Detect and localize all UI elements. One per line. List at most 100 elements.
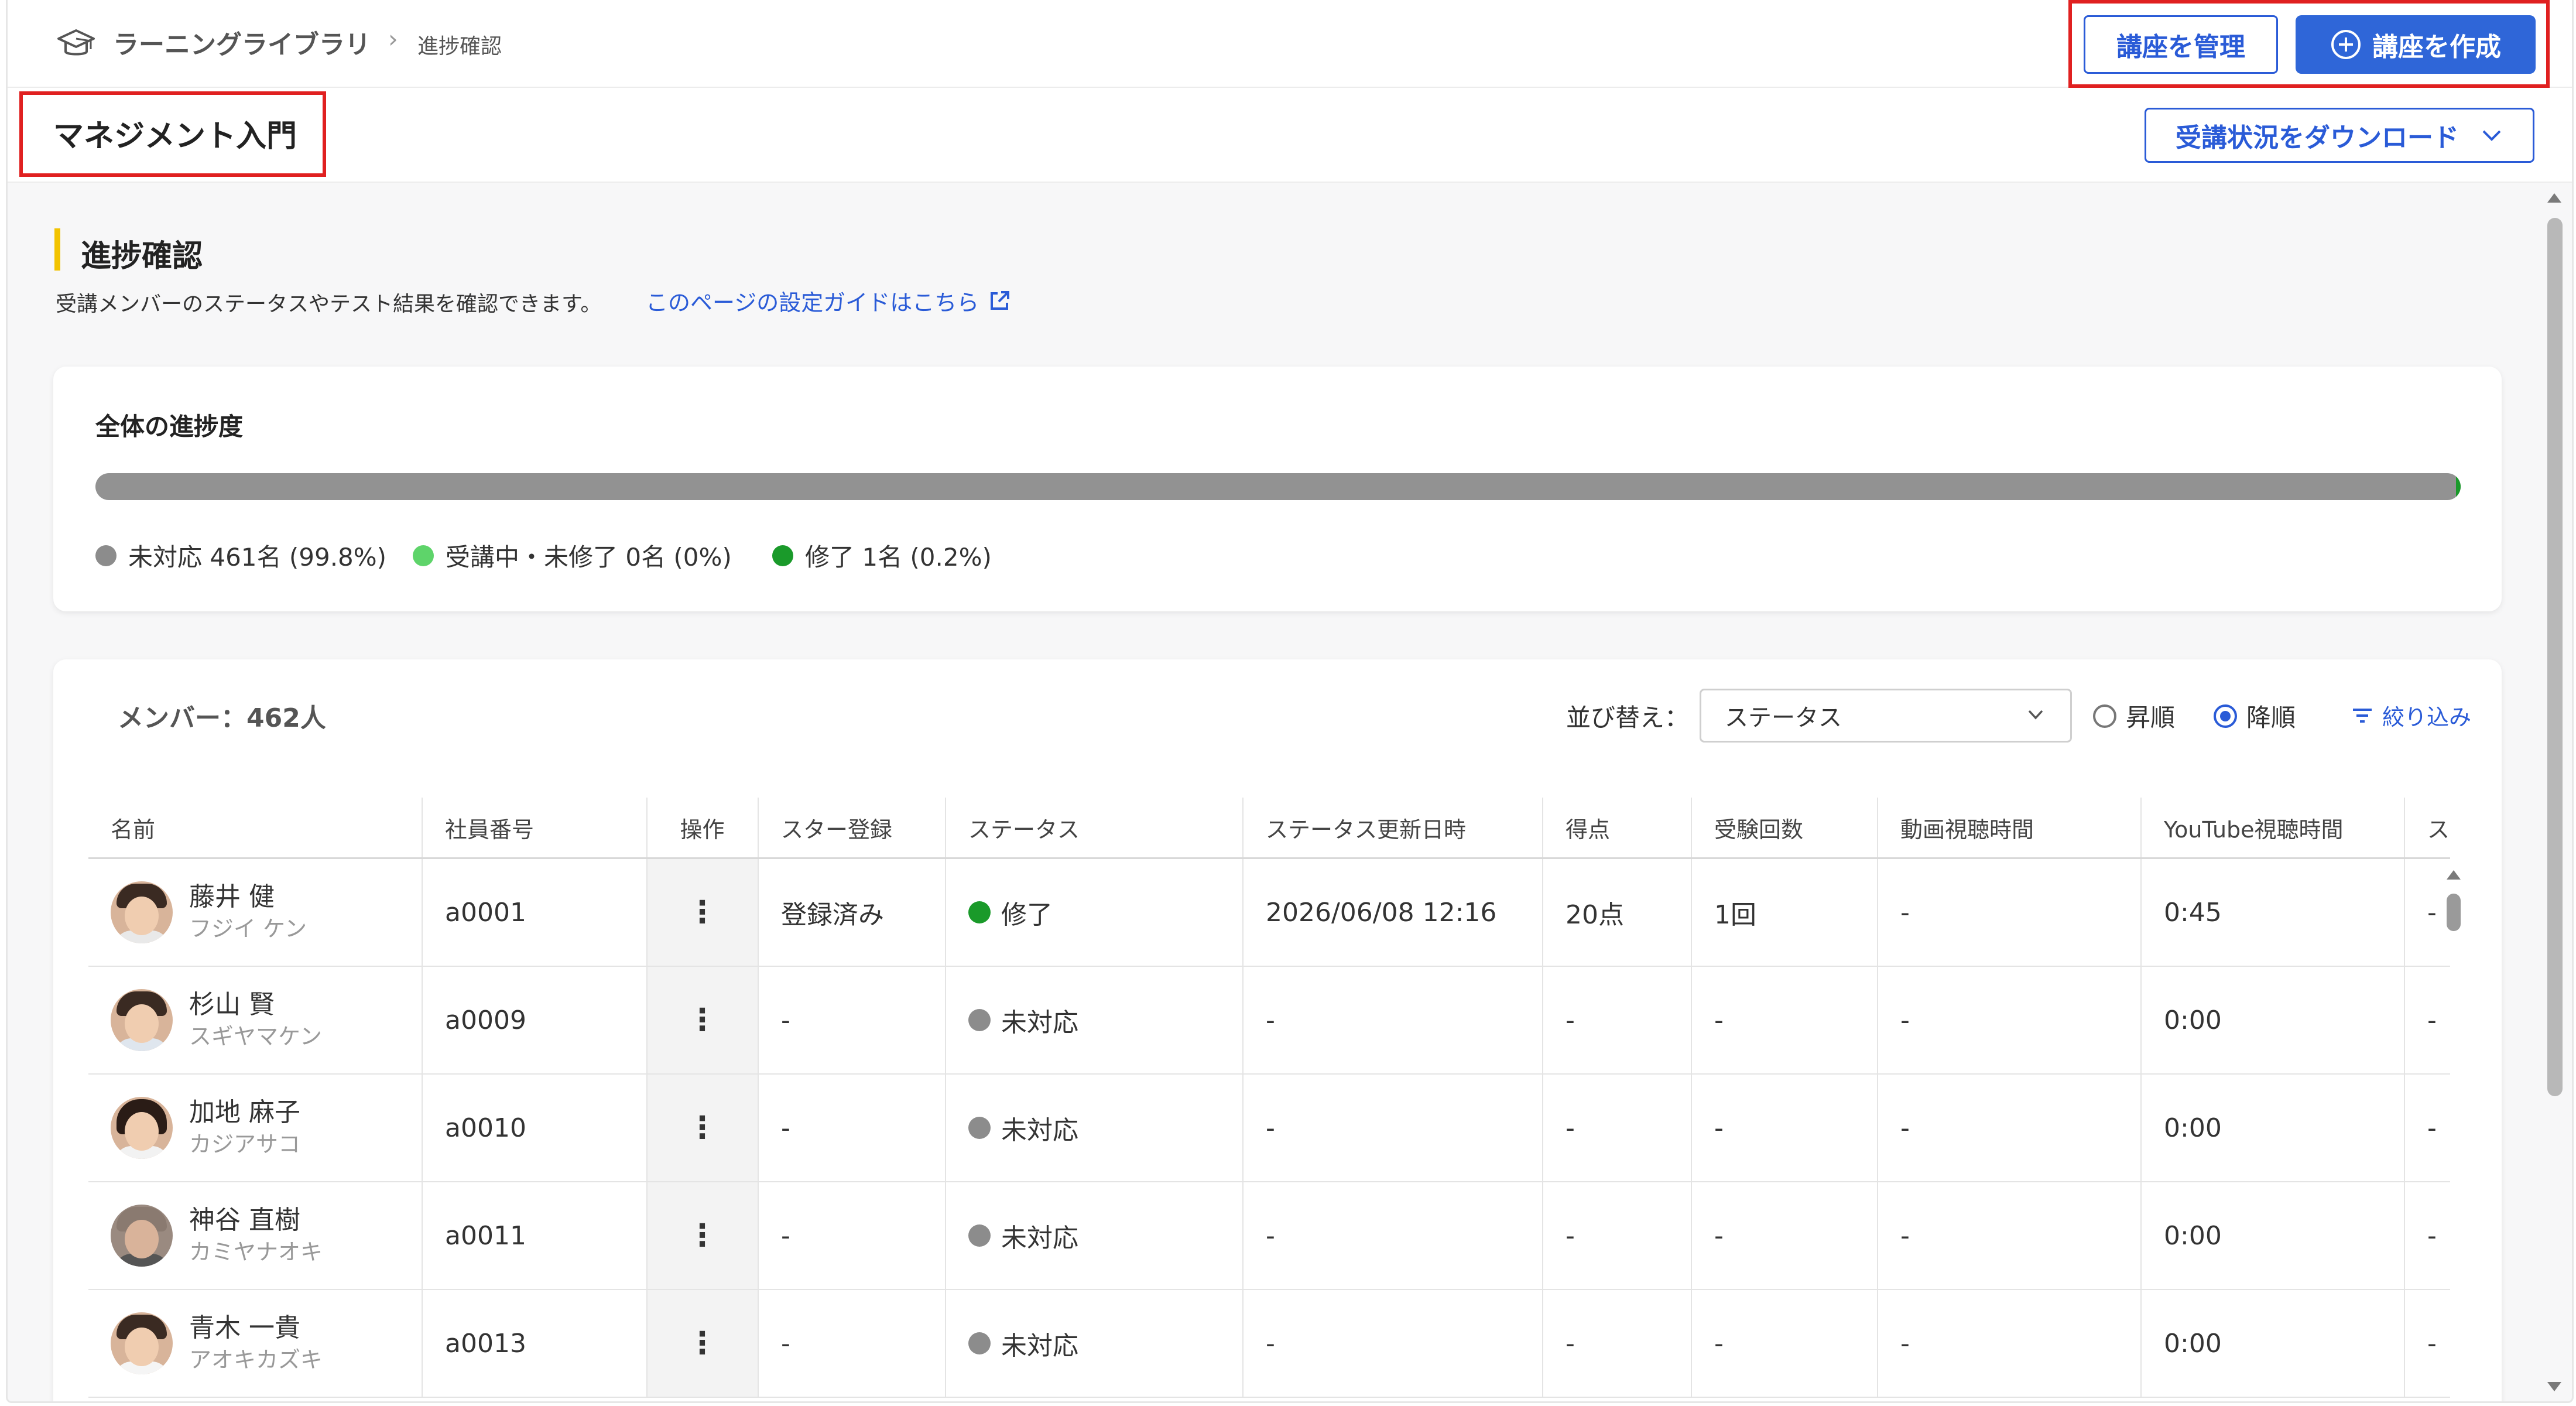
status-text: 未対応	[1001, 1331, 1078, 1361]
col-header-status[interactable]: ステータス	[946, 798, 1244, 859]
sort-select-value: ステータス	[1725, 704, 1842, 731]
legend-completed: 修了 1名 (0.2%)	[772, 538, 992, 573]
youtube-time: 0:00	[2141, 966, 2405, 1075]
status-dot	[968, 1117, 991, 1139]
row-menu-button[interactable]: ⋮	[647, 1182, 759, 1290]
table-row[interactable]: 杉山 賢スギヤマケン a0009 ⋮ - 未対応 - - - - 0:00 -	[88, 966, 2451, 1075]
table-scrollbar[interactable]	[2443, 864, 2464, 1401]
filter-icon	[2353, 708, 2372, 723]
status-text: 未対応	[1001, 1008, 1078, 1038]
attempts: 1回	[1691, 858, 1878, 967]
kebab-icon: ⋮	[687, 1110, 718, 1145]
plus-circle-icon	[2331, 30, 2361, 59]
create-course-label: 講座を作成	[2372, 32, 2501, 62]
col-header-employee-id[interactable]: 社員番号	[422, 798, 648, 859]
col-header-video-time[interactable]: 動画視聴時間	[1878, 798, 2142, 859]
member-name: 加地 麻子	[189, 1097, 300, 1127]
manage-course-button[interactable]: 講座を管理	[2084, 15, 2278, 74]
section-description: 受講メンバーのステータスやテスト結果を確認できます。	[56, 292, 602, 316]
score: -	[1543, 1289, 1692, 1398]
download-status-label: 受講状況をダウンロード	[2176, 123, 2459, 153]
avatar	[111, 1205, 173, 1267]
video-time: -	[1878, 966, 2142, 1075]
attempts: -	[1691, 966, 1878, 1075]
col-header-operation: 操作	[647, 798, 759, 859]
row-menu-button[interactable]: ⋮	[647, 1289, 759, 1398]
breadcrumb-current: 進捗確認	[417, 35, 502, 59]
settings-guide-label: このページの設定ガイドはこちら	[646, 290, 979, 316]
page-scroll-down-icon[interactable]	[2547, 1382, 2561, 1391]
member-name: 杉山 賢	[189, 990, 275, 1020]
member-name: 藤井 健	[189, 882, 275, 912]
filter-button[interactable]: 絞り込み	[2349, 699, 2471, 731]
kebab-icon: ⋮	[687, 1003, 718, 1038]
youtube-time: 0:00	[2141, 1182, 2405, 1290]
table-row[interactable]: 藤井 健フジイ ケン a0001 ⋮ 登録済み 修了 2026/06/08 12…	[88, 858, 2451, 967]
status-updated: -	[1243, 1182, 1543, 1290]
members-table: 名前 社員番号 操作 スター登録 ステータス ステータス更新日時 得点 受験回数…	[88, 798, 2451, 1398]
member-kana: アオキカズキ	[189, 1347, 323, 1373]
video-time: -	[1878, 1182, 2142, 1290]
employee-id: a0010	[422, 1074, 648, 1182]
col-header-name[interactable]: 名前	[88, 798, 423, 859]
col-header-score[interactable]: 得点	[1543, 798, 1692, 859]
row-menu-button[interactable]: ⋮	[647, 1074, 759, 1182]
order-asc-radio[interactable]: 昇順	[2093, 698, 2175, 734]
star-status: -	[758, 1182, 946, 1290]
filter-label: 絞り込み	[2382, 704, 2472, 730]
status-dot	[968, 1332, 991, 1354]
employee-id: a0001	[422, 858, 648, 967]
col-header-attempts[interactable]: 受験回数	[1691, 798, 1878, 859]
avatar	[111, 881, 173, 943]
table-row[interactable]: 神谷 直樹 カミヤナオキ a0011 ⋮ - 未対応 - - - - 0:00 -	[88, 1182, 2451, 1290]
scroll-up-icon[interactable]	[2447, 870, 2461, 880]
breadcrumb-home[interactable]: ラーニングライブラリ	[113, 23, 371, 61]
employee-id: a0009	[422, 966, 648, 1075]
legend-in-progress-text: 受講中・未修了 0名 (0%)	[446, 543, 732, 572]
row-menu-button[interactable]: ⋮	[647, 966, 759, 1075]
status-updated: -	[1243, 1074, 1543, 1182]
sort-label: 並び替え：	[1566, 703, 1690, 732]
table-row[interactable]: 青木 一貴 アオキカズキ a0013 ⋮ - 未対応 - - - - 0:00 -	[88, 1289, 2451, 1398]
employee-id: a0013	[422, 1289, 648, 1398]
member-count: メンバー：462人	[118, 703, 326, 733]
breadcrumb-separator: ›	[388, 25, 398, 53]
col-header-youtube-time[interactable]: YouTube視聴時間	[2141, 798, 2405, 859]
settings-guide-link[interactable]: このページの設定ガイドはこちら	[646, 285, 1012, 317]
radio-desc-circle	[2214, 704, 2237, 728]
table-scroll-thumb[interactable]	[2447, 894, 2461, 931]
col-header-truncated[interactable]: ス	[2404, 798, 2451, 859]
legend-dot-in-progress	[413, 545, 434, 566]
manage-course-label: 講座を管理	[2116, 32, 2245, 62]
page-scroll-thumb[interactable]	[2547, 218, 2563, 1096]
row-menu-button[interactable]: ⋮	[647, 858, 759, 967]
section-title: 進捗確認	[81, 239, 203, 274]
kebab-icon: ⋮	[687, 1326, 718, 1361]
download-status-button[interactable]: 受講状況をダウンロード	[2145, 108, 2534, 163]
table-row[interactable]: 加地 麻子 カジアサコ a0010 ⋮ - 未対応 - - - - 0:00 -	[88, 1074, 2451, 1182]
score: -	[1543, 1074, 1692, 1182]
overall-progress-fill	[2455, 473, 2461, 500]
order-desc-radio[interactable]: 降順	[2214, 698, 2296, 734]
star-status: 登録済み	[758, 858, 946, 967]
avatar	[111, 1097, 173, 1159]
star-status: -	[758, 966, 946, 1075]
page-scroll-up-icon[interactable]	[2547, 193, 2561, 203]
attempts: -	[1691, 1074, 1878, 1182]
table-header-row: 名前 社員番号 操作 スター登録 ステータス ステータス更新日時 得点 受験回数…	[88, 798, 2451, 859]
sort-select[interactable]: ステータス	[1700, 689, 2072, 743]
legend-dot-completed	[772, 545, 793, 566]
section-marker	[54, 228, 60, 271]
status-dot	[968, 1009, 991, 1031]
video-time: -	[1878, 858, 2142, 967]
status-text: 未対応	[1001, 1116, 1078, 1145]
status-updated: 2026/06/08 12:16	[1243, 858, 1543, 967]
page-scrollbar[interactable]	[2543, 187, 2566, 1400]
status-dot	[968, 901, 991, 923]
order-desc-label: 降順	[2246, 703, 2296, 732]
col-header-status-updated[interactable]: ステータス更新日時	[1243, 798, 1543, 859]
create-course-button[interactable]: 講座を作成	[2296, 15, 2536, 74]
attempts: -	[1691, 1182, 1878, 1290]
col-header-star[interactable]: スター登録	[758, 798, 946, 859]
status-text: 修了	[1001, 900, 1053, 930]
